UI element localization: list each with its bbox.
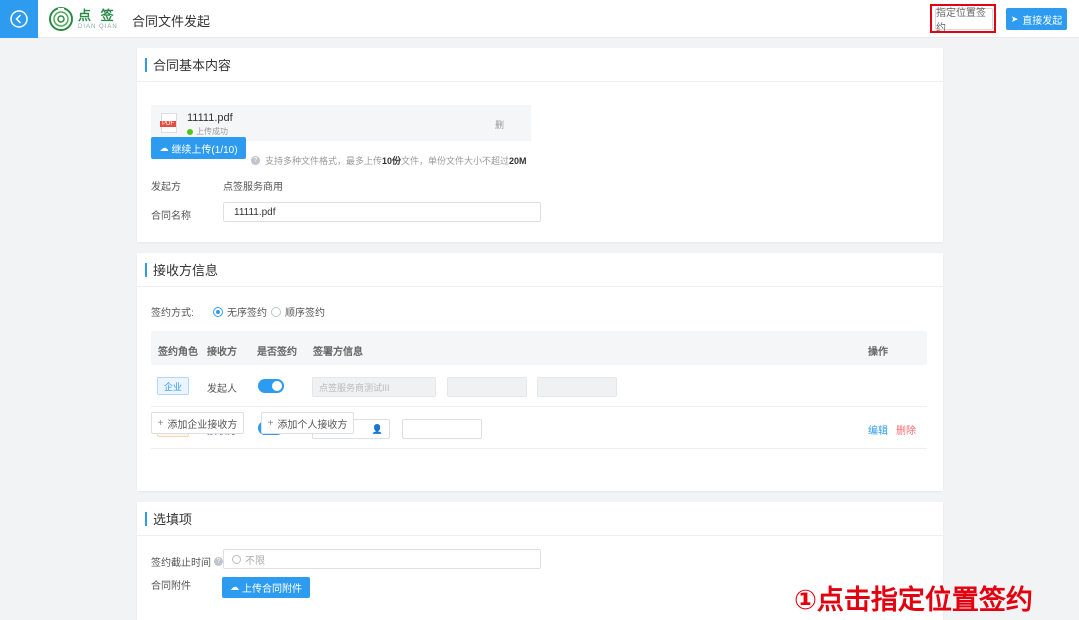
deadline-input[interactable]: 不限 [223, 549, 541, 569]
file-status-text: 上传成功 [196, 127, 228, 136]
radio-ordered[interactable]: 顺序签约 [271, 304, 325, 319]
cloud-upload-icon: ☁ [159, 142, 169, 153]
signer-company-field: 点签服务商测试III [312, 377, 436, 397]
upload-attachment-button[interactable]: ☁ 上传合同附件 [222, 577, 310, 598]
hint-count: 10份 [382, 156, 402, 166]
initiator-value: 点签服务商用 [223, 182, 283, 193]
card-title: 选填项 [153, 512, 193, 527]
add-person-label: 添加个人接收方 [277, 419, 348, 431]
col-role: 签约角色 [158, 347, 198, 358]
add-person-receiver-button[interactable]: + 添加个人接收方 [261, 412, 354, 434]
file-status: 上传成功 [187, 126, 228, 137]
hint-text: 支持多种文件格式，最多上传 [265, 156, 383, 166]
page-title: 合同文件发起 [132, 14, 211, 29]
add-enterprise-receiver-button[interactable]: + 添加企业接收方 [151, 412, 244, 434]
col-actions: 操作 [868, 347, 888, 358]
signer-contact-input[interactable] [402, 419, 482, 439]
clock-icon [232, 554, 241, 564]
role-tag-enterprise: 企业 [157, 377, 189, 395]
deadline-label: 签约截止时间 ? [151, 554, 223, 569]
send-label: 直接发起 [1022, 15, 1063, 27]
pdf-file-icon: PDF [160, 113, 177, 133]
edit-link[interactable]: 编辑 [868, 422, 888, 437]
delete-link[interactable]: 删除 [896, 422, 916, 437]
upload-attachment-label: 上传合同附件 [242, 584, 302, 595]
radio-unordered[interactable]: 无序签约 [213, 304, 267, 319]
file-item: PDF 11111.pdf 上传成功 删 [151, 105, 531, 141]
col-receiver: 接收方 [207, 347, 237, 358]
logo-name: 点 签 [78, 7, 117, 23]
top-bar: 点 签 DIAN QIAN 合同文件发起 指定位置签约 ➤ 直接发起 [0, 0, 1079, 38]
hint-text-mid: 文件，单份文件大小不超过 [401, 156, 510, 166]
success-dot-icon [187, 128, 193, 135]
highlight-box [930, 4, 996, 33]
logo: 点 签 DIAN QIAN [48, 5, 120, 33]
radio-unchecked-icon [271, 306, 281, 317]
back-button[interactable] [0, 0, 38, 38]
card-title: 接收方信息 [153, 263, 219, 278]
file-delete-link[interactable]: 删 [495, 118, 504, 131]
signer-name-field [447, 377, 527, 397]
user-icon: 👤 [371, 423, 383, 434]
help-icon: ? [214, 557, 223, 566]
help-icon: ? [251, 156, 260, 165]
radio-checked-icon [213, 306, 223, 317]
contract-name-input[interactable]: 11111.pdf [223, 202, 541, 222]
card-title: 合同基本内容 [153, 58, 232, 73]
upload-hint: ? 支持多种文件格式，最多上传 10份 文件，单份文件大小不超过 20M [251, 154, 527, 167]
col-signer-info: 签署方信息 [313, 347, 363, 358]
send-icon: ➤ [1010, 13, 1019, 24]
annotation-text: ①点击指定位置签约 [794, 585, 1033, 616]
sign-toggle[interactable] [258, 379, 284, 393]
sign-mode-label: 签约方式: [151, 308, 194, 319]
continue-upload-button[interactable]: ☁ 继续上传(1/10) [151, 137, 246, 159]
contract-name-label: 合同名称 [151, 211, 191, 222]
logo-subtitle: DIAN QIAN [78, 23, 118, 30]
deadline-label-text: 签约截止时间 [151, 558, 211, 569]
logo-fingerprint-icon [49, 7, 73, 31]
back-arrow-icon [10, 10, 28, 28]
table-row: 企业 发起人 点签服务商测试III [151, 365, 927, 407]
add-enterprise-label: 添加企业接收方 [167, 419, 238, 431]
receivers-table-header: 签约角色 接收方 是否签约 签署方信息 操作 [151, 331, 927, 365]
deadline-placeholder: 不限 [245, 555, 265, 567]
radio-unordered-label: 无序签约 [227, 308, 267, 319]
col-sign: 是否签约 [257, 347, 297, 358]
plus-icon: + [157, 417, 164, 429]
attachment-label: 合同附件 [151, 581, 191, 592]
hint-size: 20M [509, 155, 527, 166]
radio-ordered-label: 顺序签约 [285, 308, 325, 319]
receivers-card: 接收方信息 签约方式: 无序签约 顺序签约 签约角色 接收方 是否签约 签署方信… [137, 253, 943, 491]
send-directly-button[interactable]: ➤ 直接发起 [1006, 8, 1067, 30]
continue-upload-label: 继续上传(1/10) [171, 144, 238, 156]
initiator-label: 发起方 [151, 182, 181, 193]
plus-icon: + [267, 417, 274, 429]
receiver-name: 发起人 [207, 384, 237, 395]
cloud-upload-icon: ☁ [230, 582, 239, 592]
file-name: 11111.pdf [187, 112, 233, 124]
basic-content-card: 合同基本内容 PDF 11111.pdf 上传成功 删 ☁ 继续上传(1/10)… [137, 48, 943, 242]
signer-contact-field [537, 377, 617, 397]
